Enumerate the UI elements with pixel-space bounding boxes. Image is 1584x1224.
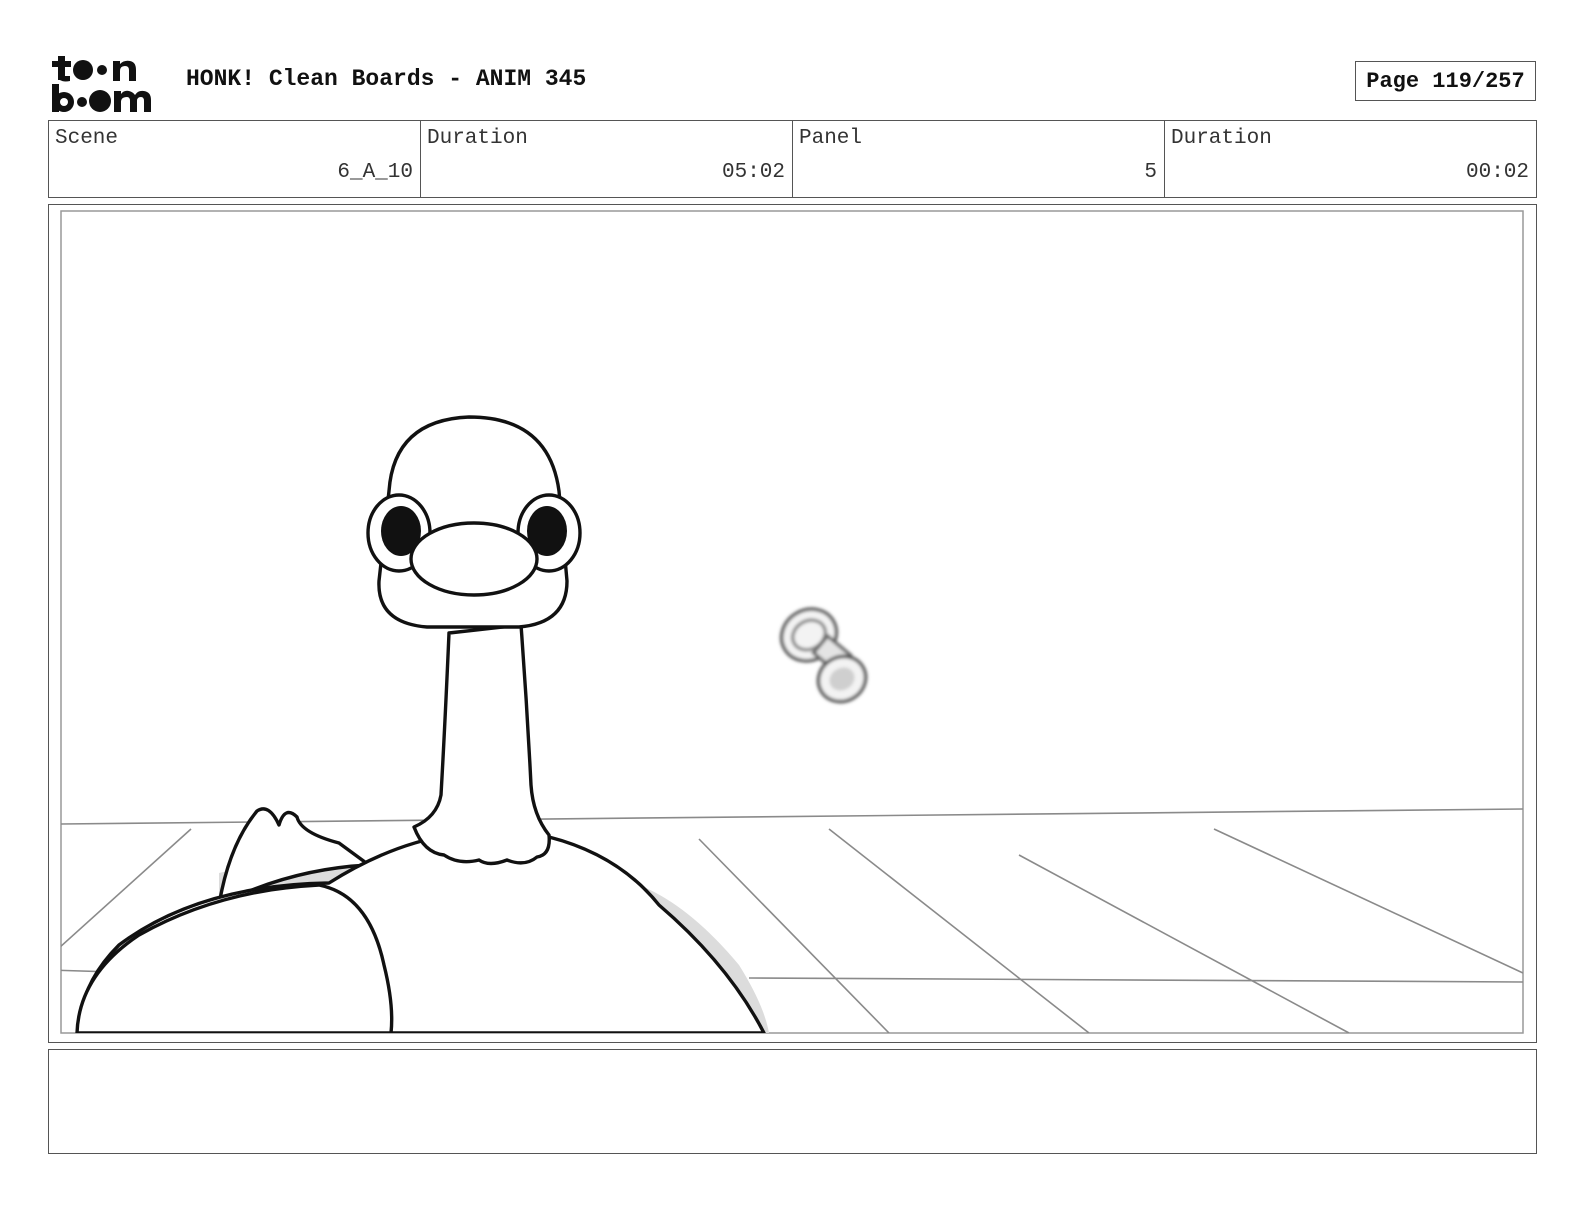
scene-value: 6_A_10 — [337, 161, 413, 184]
goose-beak — [409, 521, 539, 597]
scene-cell: Scene 6_A_10 — [49, 121, 420, 197]
document-title: HONK! Clean Boards - ANIM 345 — [186, 66, 587, 92]
scene-duration-label: Duration — [427, 127, 528, 150]
panel-drawing — [60, 210, 1524, 1034]
storyboard-panel — [48, 204, 1537, 1043]
goose-character — [75, 415, 766, 1033]
scene-duration-cell: Duration 05:02 — [420, 121, 792, 197]
toon-boom-logo — [50, 50, 166, 114]
flying-object — [779, 607, 868, 704]
panel-cell: Panel 5 — [792, 121, 1164, 197]
panel-duration-value: 00:02 — [1465, 161, 1529, 184]
panel-label: Panel — [799, 127, 863, 150]
scene-duration-value: 05:02 — [721, 161, 785, 184]
scene-info-table: Scene 6_A_10 Duration 05:02 Panel 5 Dura… — [48, 120, 1537, 198]
panel-value: 5 — [1144, 161, 1157, 184]
scene-label: Scene — [55, 127, 119, 150]
panel-duration-cell: Duration 00:02 — [1164, 121, 1536, 197]
panel-notes-area — [48, 1049, 1537, 1154]
panel-duration-label: Duration — [1171, 127, 1272, 150]
page-indicator: Page 119/257 — [1355, 61, 1536, 101]
